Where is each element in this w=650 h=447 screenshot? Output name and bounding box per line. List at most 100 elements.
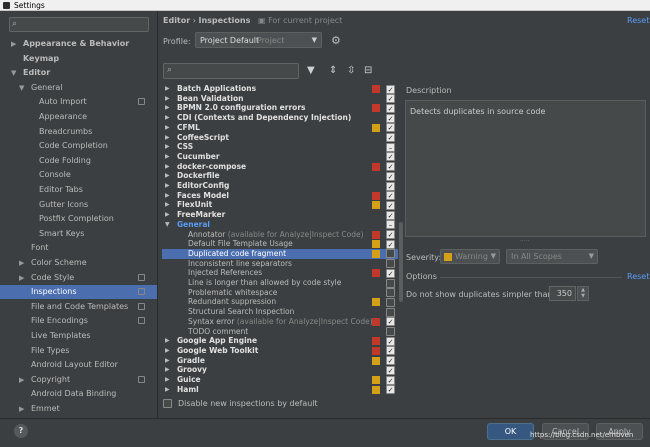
sidebar-item-emmet[interactable]: ▶ Emmet (0, 402, 157, 416)
inspection-checkbox[interactable] (386, 327, 395, 336)
inspection-category[interactable]: ▶ Faces Model ✓ (162, 191, 398, 201)
sidebar-item-color-scheme[interactable]: ▶ Color Scheme (0, 256, 157, 270)
sidebar-item-file-and-code-templates[interactable]: File and Code Templates (0, 300, 157, 314)
chevron-right-icon[interactable]: ▶ (11, 37, 16, 51)
chevron-right-icon[interactable]: ▶ (165, 210, 170, 220)
inspection-item[interactable]: Syntax error (available for Analyze|Insp… (162, 317, 398, 327)
inspection-item[interactable]: Structural Search Inspection (162, 307, 398, 317)
chevron-right-icon[interactable]: ▶ (165, 191, 170, 201)
sidebar-item-font[interactable]: Font (0, 241, 157, 255)
inspection-checkbox[interactable]: ✓ (386, 268, 395, 278)
inspection-checkbox[interactable]: ✓ (386, 365, 395, 375)
chevron-right-icon[interactable]: ▶ (165, 365, 170, 375)
inspection-category[interactable]: ▶ Cucumber ✓ (162, 152, 398, 162)
inspection-checkbox[interactable]: ✓ (386, 230, 395, 239)
disable-new-checkbox[interactable] (163, 399, 172, 408)
inspection-checkbox[interactable]: ✓ (386, 336, 395, 346)
sidebar-item-copyright[interactable]: ▶ Copyright (0, 373, 157, 387)
inspection-category[interactable]: ▶ CDI (Contexts and Dependency Injection)… (162, 113, 398, 123)
inspection-item[interactable]: Annotator (available for Analyze|Inspect… (162, 230, 398, 240)
inspection-checkbox[interactable] (386, 288, 395, 298)
inspection-checkbox[interactable] (386, 307, 395, 317)
ok-button[interactable]: OK (487, 423, 534, 440)
sidebar-item-code-style[interactable]: ▶ Code Style (0, 271, 157, 285)
inspection-checkbox[interactable] (386, 259, 395, 269)
chevron-right-icon[interactable]: ▶ (165, 123, 170, 133)
chevron-right-icon[interactable]: ▶ (165, 200, 170, 210)
inspection-checkbox[interactable]: ✓ (386, 171, 395, 181)
inspection-checkbox[interactable]: ✓ (386, 210, 395, 220)
inspection-checkbox[interactable]: ✓ (386, 84, 395, 94)
reset-to-default-icon[interactable]: ⊟ (364, 65, 372, 76)
reset-link[interactable]: Reset (627, 16, 649, 25)
sidebar-item-editor-tabs[interactable]: Editor Tabs (0, 183, 157, 197)
chevron-right-icon[interactable]: ▶ (165, 171, 170, 181)
inspection-checkbox[interactable]: ✓ (386, 356, 395, 366)
expand-all-icon[interactable]: ⇕ (329, 65, 337, 76)
inspection-category[interactable]: ▶ Batch Applications ✓ (162, 84, 398, 94)
inspection-category[interactable]: ▶ Google App Engine ✓ (162, 336, 398, 346)
chevron-right-icon[interactable]: ▶ (165, 84, 170, 94)
inspection-checkbox[interactable]: ✓ (386, 375, 395, 385)
chevron-down-icon[interactable]: ▼ (165, 220, 170, 230)
sidebar-item-auto-import[interactable]: Auto Import (0, 95, 157, 109)
inspection-category[interactable]: ▶ FlexUnit ✓ (162, 200, 398, 210)
inspection-category[interactable]: ▶ CFML ✓ (162, 123, 398, 133)
chevron-right-icon[interactable]: ▶ (165, 142, 170, 152)
sidebar-item-keymap[interactable]: Keymap (0, 52, 157, 66)
sidebar-item-inspections[interactable]: Inspections (0, 285, 157, 300)
inspection-item[interactable]: Duplicated code fragment (162, 248, 398, 259)
help-button[interactable]: ? (14, 424, 28, 438)
sidebar-item-code-completion[interactable]: Code Completion (0, 139, 157, 153)
sidebar-item-editor[interactable]: ▼ Editor (0, 66, 157, 80)
inspection-category[interactable]: ▶ Gradle ✓ (162, 356, 398, 366)
inspection-checkbox[interactable]: ✓ (386, 200, 395, 210)
duplicate-threshold-input[interactable]: 350 (549, 286, 576, 301)
inspection-checkbox[interactable] (386, 297, 395, 307)
severity-dropdown[interactable]: Warning ▼ (440, 249, 500, 264)
inspection-category[interactable]: ▶ FreeMarker ✓ (162, 210, 398, 220)
options-reset-link[interactable]: Reset (627, 272, 649, 281)
chevron-down-icon[interactable]: ▼ (19, 81, 24, 95)
chevron-right-icon[interactable]: ▶ (165, 113, 170, 123)
inspection-category[interactable]: ▶ CSS – (162, 142, 398, 152)
inspection-checkbox[interactable]: ✓ (386, 113, 395, 123)
scope-dropdown[interactable]: In All Scopes ▼ (506, 249, 598, 264)
inspection-item[interactable]: Line is longer than allowed by code styl… (162, 278, 398, 288)
inspection-checkbox[interactable]: – (386, 142, 395, 152)
chevron-right-icon[interactable]: ▶ (165, 94, 170, 104)
sidebar-item-general[interactable]: ▼ General (0, 81, 157, 95)
inspection-category[interactable]: ▶ Google Web Toolkit ✓ (162, 346, 398, 356)
inspection-category[interactable]: ▼ General – (162, 220, 398, 230)
inspection-item[interactable]: Problematic whitespace (162, 288, 398, 298)
settings-search-input[interactable]: ⌕ (9, 17, 149, 32)
inspection-checkbox[interactable]: ✓ (386, 133, 395, 142)
chevron-right-icon[interactable]: ▶ (19, 271, 24, 285)
inspection-item[interactable]: Injected References ✓ (162, 268, 398, 278)
inspection-checkbox[interactable]: ✓ (386, 123, 395, 133)
sidebar-item-postfix-completion[interactable]: Postfix Completion (0, 212, 157, 226)
inspection-item[interactable]: Inconsistent line separators (162, 259, 398, 269)
inspection-checkbox[interactable]: ✓ (386, 152, 395, 162)
breadcrumb-editor[interactable]: Editor (163, 16, 190, 25)
inspection-category[interactable]: ▶ EditorConfig ✓ (162, 181, 398, 191)
collapse-all-icon[interactable]: ⇳ (347, 65, 355, 76)
chevron-right-icon[interactable]: ▶ (165, 375, 170, 385)
sidebar-item-gutter-icons[interactable]: Gutter Icons (0, 198, 157, 212)
inspection-checkbox[interactable]: ✓ (386, 181, 395, 191)
profile-dropdown[interactable]: Project Default Project ▼ (195, 32, 322, 48)
chevron-right-icon[interactable]: ▶ (165, 152, 170, 162)
inspection-item[interactable]: TODO comment (162, 327, 398, 337)
tree-scrollbar[interactable] (399, 222, 403, 302)
chevron-right-icon[interactable]: ▶ (165, 356, 170, 366)
inspection-category[interactable]: ▶ Dockerfile ✓ (162, 171, 398, 181)
chevron-right-icon[interactable]: ▶ (165, 162, 170, 172)
inspection-checkbox[interactable] (386, 249, 395, 259)
inspection-checkbox[interactable]: ✓ (386, 162, 395, 172)
chevron-right-icon[interactable]: ▶ (19, 373, 24, 387)
chevron-right-icon[interactable]: ▶ (19, 402, 24, 416)
inspection-checkbox[interactable]: ✓ (386, 317, 395, 327)
sidebar-item-file-encodings[interactable]: File Encodings (0, 314, 157, 328)
sidebar-item-live-templates[interactable]: Live Templates (0, 329, 157, 343)
chevron-right-icon[interactable]: ▶ (165, 385, 170, 395)
